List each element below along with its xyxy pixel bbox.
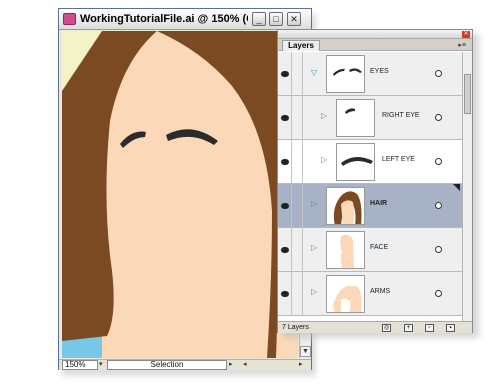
create-new-layer-icon[interactable]: ▫ <box>425 324 434 332</box>
panel-close-icon[interactable]: ✕ <box>462 31 470 38</box>
visibility-toggle[interactable] <box>278 140 292 184</box>
hscroll-left-arrow-icon[interactable]: ◂ <box>243 360 247 370</box>
target-icon[interactable] <box>435 246 442 253</box>
layer-thumbnail <box>326 231 365 269</box>
layers-panel-footer: 7 Layers ◎ + ▫ ▪ <box>278 321 472 333</box>
visibility-toggle[interactable] <box>278 184 292 228</box>
expand-right-triangle-icon[interactable]: ▷ <box>311 199 317 208</box>
left-eye-thumbnail-art <box>341 156 373 166</box>
visibility-toggle[interactable] <box>278 52 292 96</box>
layer-row-right-eye[interactable]: ▷ RIGHT EYE <box>278 96 462 140</box>
maximize-button[interactable]: □ <box>269 12 283 26</box>
target-icon[interactable] <box>435 290 442 297</box>
face-shape <box>102 59 267 358</box>
eye-icon <box>281 71 289 77</box>
visibility-toggle[interactable] <box>278 96 292 140</box>
expand-right-triangle-icon[interactable]: ▷ <box>311 243 317 252</box>
minimize-button[interactable]: _ <box>252 12 266 26</box>
layer-name: ARMS <box>370 288 391 295</box>
layer-thumbnail <box>326 275 365 313</box>
portrait-illustration <box>62 31 298 358</box>
layer-list: ▽ EYES ▷ RIGHT EYE ▷ LEFT EYE ▷ HAIR ▷ F… <box>278 52 462 321</box>
layer-name: LEFT EYE <box>382 156 415 163</box>
layer-row-face[interactable]: ▷ FACE <box>278 228 462 272</box>
eyebrows-thumbnail-art <box>333 68 362 76</box>
lock-toggle[interactable] <box>293 228 303 272</box>
layer-thumbnail <box>326 187 365 225</box>
target-icon[interactable] <box>435 70 442 77</box>
layer-thumbnail <box>336 143 375 181</box>
scroll-thumb[interactable] <box>464 74 471 114</box>
layer-thumbnail <box>326 55 365 93</box>
hair-thumbnail-art <box>333 191 362 224</box>
eye-icon <box>281 203 289 209</box>
arms-thumbnail-art <box>333 286 362 312</box>
hscroll-right-arrow-icon[interactable]: ▸ <box>299 360 303 370</box>
delete-layer-icon[interactable]: ▪ <box>446 324 455 332</box>
expand-right-triangle-icon[interactable]: ▷ <box>321 155 327 164</box>
eye-icon <box>281 159 289 165</box>
eye-icon <box>281 291 289 297</box>
document-status-bar: 150% ▾ Selection ▸ ◂ ▸ <box>59 359 311 370</box>
eye-icon <box>281 247 289 253</box>
layer-thumbnail <box>336 99 375 137</box>
target-icon[interactable] <box>435 114 442 121</box>
scroll-down-arrow-icon[interactable]: ▼ <box>300 346 311 357</box>
layer-name: EYES <box>370 68 389 75</box>
selected-art-indicator-icon <box>453 184 460 191</box>
panel-drag-bar[interactable]: ✕ <box>278 30 472 39</box>
status-tool-field[interactable]: Selection <box>107 360 227 370</box>
layers-vertical-scrollbar[interactable] <box>462 52 472 321</box>
layer-name: FACE <box>370 244 389 251</box>
lock-toggle[interactable] <box>293 272 303 316</box>
zoom-level-field[interactable]: 150% <box>62 360 98 370</box>
document-titlebar[interactable]: WorkingTutorialFile.ai @ 150% (CMYK/P...… <box>59 9 311 30</box>
layer-row-eyes[interactable]: ▽ EYES <box>278 52 462 96</box>
visibility-toggle[interactable] <box>278 228 292 272</box>
face-thumbnail-art <box>340 234 354 268</box>
document-window: WorkingTutorialFile.ai @ 150% (CMYK/P...… <box>58 8 312 370</box>
layer-row-hair[interactable]: ▷ HAIR <box>278 184 462 228</box>
target-icon[interactable] <box>435 158 442 165</box>
lock-toggle[interactable] <box>293 96 303 140</box>
target-icon[interactable] <box>435 202 442 209</box>
layer-name: RIGHT EYE <box>382 112 420 119</box>
lock-toggle[interactable] <box>293 52 303 96</box>
lock-toggle[interactable] <box>293 184 303 228</box>
create-sublayer-icon[interactable]: + <box>404 324 413 332</box>
expand-down-triangle-icon[interactable]: ▽ <box>311 68 317 77</box>
status-menu-arrow-icon[interactable]: ▸ <box>229 360 233 370</box>
panel-options-menu-icon[interactable]: ▸≡ <box>458 41 466 49</box>
lock-toggle[interactable] <box>293 140 303 184</box>
zoom-dropdown-icon[interactable]: ▾ <box>99 360 103 370</box>
make-clipping-mask-icon[interactable]: ◎ <box>382 324 391 332</box>
layers-panel: ✕ Layers ▸≡ ▽ EYES ▷ RIGHT EYE ▷ LEFT EY… <box>277 29 473 333</box>
illustrator-app-icon <box>63 13 76 25</box>
layer-row-arms[interactable]: ▷ ARMS <box>278 272 462 316</box>
panel-tab-bar: Layers ▸≡ <box>278 39 472 51</box>
layer-name: HAIR <box>370 200 388 207</box>
eye-icon <box>281 115 289 121</box>
artboard-canvas[interactable] <box>62 31 298 358</box>
layer-count: 7 Layers <box>282 324 309 331</box>
expand-right-triangle-icon[interactable]: ▷ <box>311 287 317 296</box>
close-button[interactable]: ✕ <box>287 12 301 26</box>
right-eye-thumbnail-art <box>345 108 355 114</box>
layer-row-left-eye[interactable]: ▷ LEFT EYE <box>278 140 462 184</box>
tab-layers[interactable]: Layers <box>282 40 320 51</box>
document-title: WorkingTutorialFile.ai @ 150% (CMYK/P... <box>80 13 248 25</box>
visibility-toggle[interactable] <box>278 272 292 316</box>
expand-right-triangle-icon[interactable]: ▷ <box>321 111 327 120</box>
